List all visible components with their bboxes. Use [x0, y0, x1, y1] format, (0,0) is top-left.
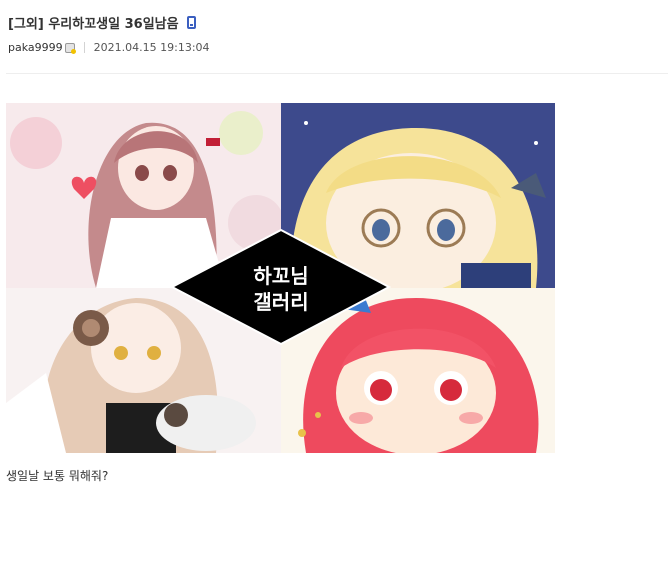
caption-line-2: 갤러리 — [253, 290, 308, 314]
writer-nickname[interactable]: paka9999 — [8, 41, 63, 54]
post-body-text: 생일날 보통 뭐해줘? — [6, 469, 109, 483]
post-date: 2021.04.15 19:13:04 — [93, 40, 210, 54]
post-view: [그외] 우리하꼬생일 36일남음 paka9999 2021.04.15 19… — [0, 0, 668, 565]
caption-line-1: 하꼬님 — [253, 264, 308, 288]
header-divider — [6, 73, 668, 74]
post-title-text: [그외] 우리하꼬생일 36일남음 — [8, 16, 179, 32]
meta-separator — [83, 41, 85, 53]
fixed-member-icon — [64, 43, 76, 54]
post-image-collage[interactable]: 하꼬님 갤러리 — [6, 103, 555, 453]
mobile-phone-icon — [186, 15, 196, 29]
post-meta: paka9999 2021.04.15 19:13:04 — [8, 40, 210, 54]
post-title: [그외] 우리하꼬생일 36일남음 — [8, 12, 196, 32]
